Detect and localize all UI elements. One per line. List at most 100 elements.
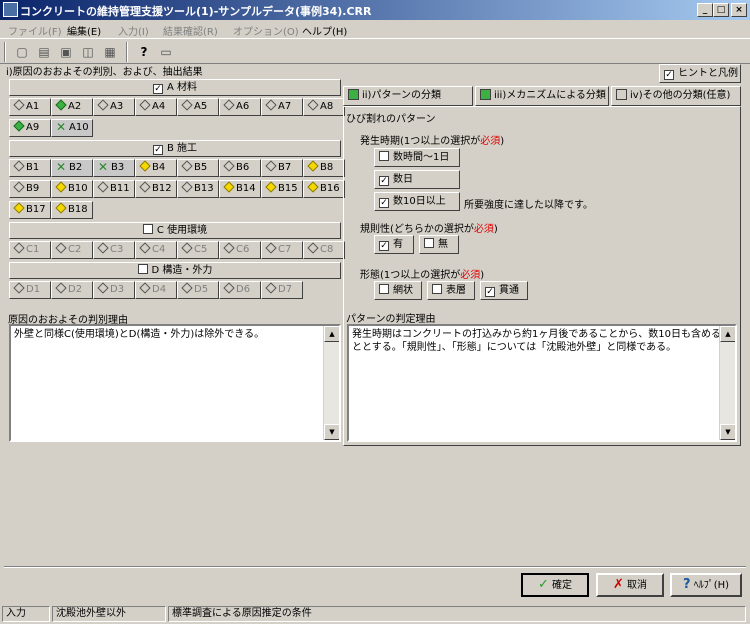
cause-cell-d7[interactable]: D7 [261,281,303,299]
scroll-up-icon[interactable]: ▲ [324,326,339,342]
cause-cell-b4[interactable]: B4 [135,159,177,177]
cause-cell-b14[interactable]: B14 [219,180,261,198]
cause-cell-b15[interactable]: B15 [261,180,303,198]
cause-cell-b3[interactable]: ✕ B3 [93,159,135,177]
group-header-a[interactable]: ✓ A 材料 [9,79,341,96]
print-preview-icon[interactable]: ◫ [78,42,98,62]
open-folder-icon[interactable]: ▤ [34,42,54,62]
cause-cell-b17[interactable]: B17 [9,201,51,219]
cause-cell-b8[interactable]: B8 [303,159,345,177]
context-help-icon[interactable]: ▭ [156,42,176,62]
hint-legend-checkbox[interactable]: ✓ ヒントと凡例 [659,64,741,83]
tab-pattern-label: ii)パターンの分類 [362,90,441,101]
new-file-icon[interactable]: ▢ [12,42,32,62]
empty-diamond-icon [223,242,235,254]
cause-cell-c4[interactable]: C4 [135,241,177,259]
tab-mechanism[interactable]: iii)メカニズムによる分類 [475,86,609,106]
app-icon[interactable] [3,2,18,17]
pattern-reason-textarea[interactable]: 発生時期はコンクリートの打込みから約1ヶ月後であることから、数10日も含めること… [347,324,737,442]
ok-button[interactable]: ✓ 確定 [521,573,589,597]
cause-cell-a5[interactable]: A5 [177,98,219,116]
group-header-c[interactable]: C 使用環境 [9,222,341,239]
cause-reason-textarea[interactable]: 外壁と同様C(使用環境)とD(構造・外力)は除外できる。 ▲ ▼ [9,324,341,442]
group-label: A 材料 [166,82,198,93]
cause-cell-b2[interactable]: ✕ B2 [51,159,93,177]
cancel-button[interactable]: ✗ 取消 [596,573,664,597]
window-title: コンクリートの維持管理支援ツール(1)-サンプルデータ(事例34).CRR [20,5,372,18]
cause-cell-b9[interactable]: B9 [9,180,51,198]
cause-cell-c2[interactable]: C2 [51,241,93,259]
cause-cell-d3[interactable]: D3 [93,281,135,299]
form-network-checkbox[interactable]: 網状 [374,281,422,300]
regularity-no-checkbox[interactable]: 無 [419,235,459,254]
cause-cell-d2[interactable]: D2 [51,281,93,299]
cause-cell-c5[interactable]: C5 [177,241,219,259]
cause-cell-d5[interactable]: D5 [177,281,219,299]
maximize-button[interactable]: □ [713,3,729,17]
tab-other[interactable]: iv)その他の分類(任意) [611,86,741,106]
cause-cell-c1[interactable]: C1 [9,241,51,259]
menu-help[interactable]: ヘルプ(H) [302,23,347,38]
cause-cell-c6[interactable]: C6 [219,241,261,259]
menu-results[interactable]: 結果確認(R) [163,23,218,38]
timing-days-checkbox[interactable]: ✓ 数日 [374,170,460,189]
scroll-down-icon[interactable]: ▼ [720,424,735,440]
yellow-diamond-icon [55,181,67,193]
yellow-diamond-icon [223,181,235,193]
cause-cell-a4[interactable]: A4 [135,98,177,116]
cause-cell-c7[interactable]: C7 [261,241,303,259]
empty-diamond-icon [139,242,151,254]
cause-cell-b12[interactable]: B12 [135,180,177,198]
cause-cell-a7[interactable]: A7 [261,98,303,116]
cause-cell-b11[interactable]: B11 [93,180,135,198]
form-through-checkbox[interactable]: ✓ 貫通 [480,281,528,300]
cause-cell-a1[interactable]: A1 [9,98,51,116]
scroll-down-icon[interactable]: ▼ [324,424,339,440]
empty-diamond-icon [97,282,109,294]
menu-edit[interactable]: 編集(E) [67,23,101,38]
timing-hours-checkbox[interactable]: 数時間〜1日 [374,148,460,167]
group-label: B 施工 [166,143,198,154]
menu-file[interactable]: ファイル(F) [8,23,62,38]
group-header-b[interactable]: ✓ B 施工 [9,140,341,157]
minimize-button[interactable]: _ [697,3,713,17]
scroll-up-icon[interactable]: ▲ [720,326,735,342]
cause-cell-a2[interactable]: A2 [51,98,93,116]
cause-cell-b7[interactable]: B7 [261,159,303,177]
cause-cell-c3[interactable]: C3 [93,241,135,259]
cause-reason-scrollbar[interactable]: ▲ ▼ [323,326,339,440]
cause-cell-a8[interactable]: A8 [303,98,345,116]
cause-cell-d6[interactable]: D6 [219,281,261,299]
tab-pattern[interactable]: ii)パターンの分類 [343,86,473,106]
pattern-reason-scrollbar[interactable]: ▲ ▼ [719,326,735,440]
regularity-yes-checkbox[interactable]: ✓ 有 [374,235,414,254]
help-question-icon[interactable]: ? [134,42,154,62]
cause-cell-label: B9 [26,183,40,194]
cause-cell-b16[interactable]: B16 [303,180,345,198]
cause-cell-a10[interactable]: ✕ A10 [51,119,93,137]
cause-cell-d1[interactable]: D1 [9,281,51,299]
cause-cell-a3[interactable]: A3 [93,98,135,116]
cause-cell-b5[interactable]: B5 [177,159,219,177]
x-cross-icon: ✗ [612,577,624,592]
group-header-d[interactable]: D 構造・外力 [9,262,341,279]
save-icon[interactable]: ▣ [56,42,76,62]
cause-cell-d4[interactable]: D4 [135,281,177,299]
cause-cell-b13[interactable]: B13 [177,180,219,198]
help-button[interactable]: ? ﾍﾙﾌﾟ(H) [670,573,742,597]
cause-cell-a9[interactable]: A9 [9,119,51,137]
cause-cell-label: B16 [320,183,340,194]
title-bar[interactable]: コンクリートの維持管理支援ツール(1)-サンプルデータ(事例34).CRR _ … [0,0,750,20]
form-surface-checkbox[interactable]: 表層 [427,281,475,300]
close-button[interactable]: × [731,3,747,17]
cause-cell-b6[interactable]: B6 [219,159,261,177]
menu-options[interactable]: オプション(O) [233,23,299,38]
timing-tens-of-days-checkbox[interactable]: ✓ 数10日以上 [374,192,460,211]
cause-cell-b10[interactable]: B10 [51,180,93,198]
cause-cell-c8[interactable]: C8 [303,241,345,259]
cause-cell-a6[interactable]: A6 [219,98,261,116]
menu-input[interactable]: 入力(I) [118,23,149,38]
cause-cell-b18[interactable]: B18 [51,201,93,219]
print-icon[interactable]: ▦ [100,42,120,62]
cause-cell-b1[interactable]: B1 [9,159,51,177]
